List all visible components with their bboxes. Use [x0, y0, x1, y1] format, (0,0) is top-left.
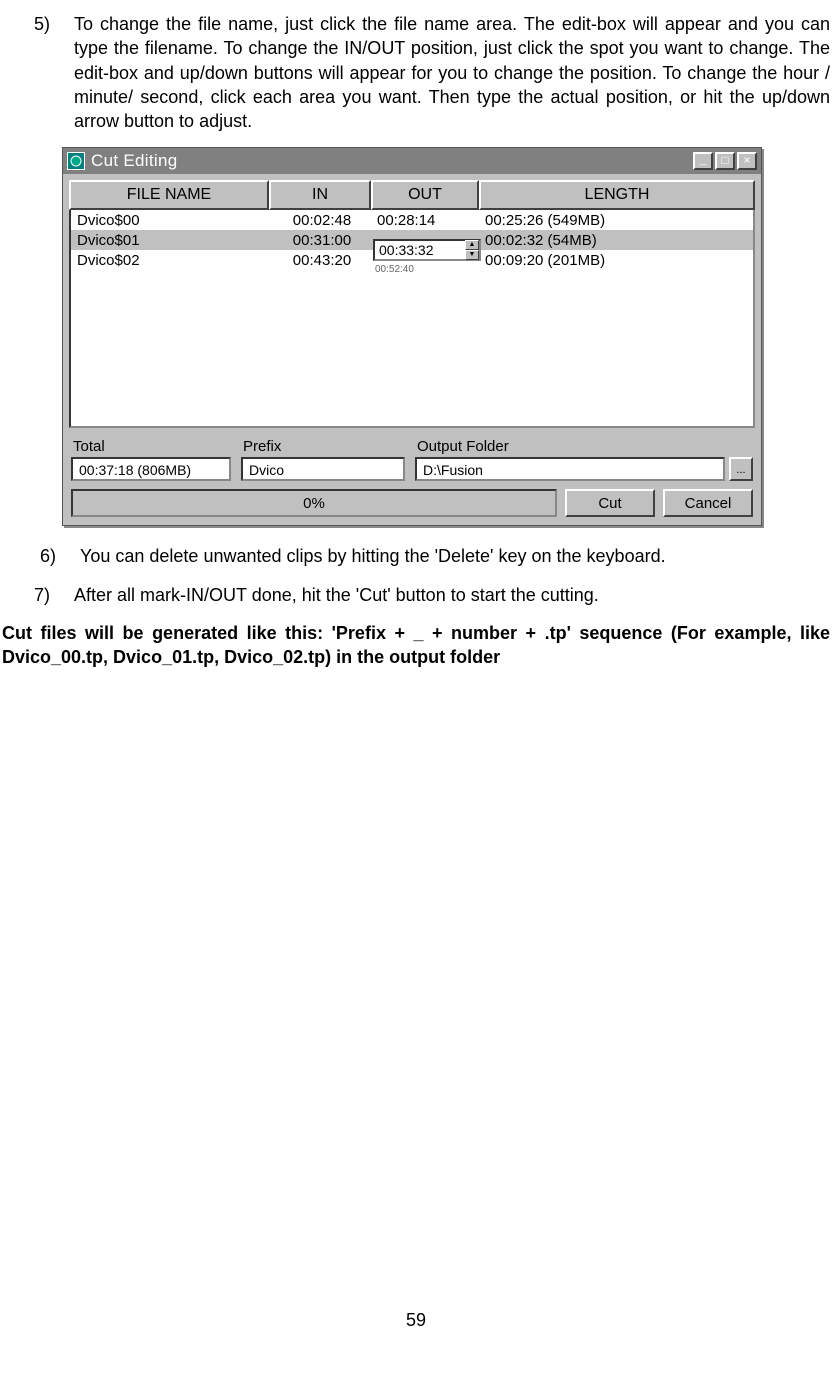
spin-value[interactable]: 00:33:32	[375, 242, 465, 258]
cell-filename[interactable]: Dvico$02	[71, 252, 271, 269]
prefix-input[interactable]: Dvico	[241, 457, 405, 481]
cell-out[interactable]: 00:28:14	[373, 212, 481, 229]
ghost-out-value: 00:52:40	[375, 264, 414, 275]
header-filename[interactable]: FILE NAME	[69, 180, 269, 210]
page-number: 59	[0, 1310, 832, 1331]
prefix-label: Prefix	[241, 436, 405, 457]
cell-in[interactable]: 00:43:20	[271, 252, 373, 269]
browse-button[interactable]: ...	[729, 457, 753, 481]
list-item-7: 7) After all mark-IN/OUT done, hit the '…	[0, 583, 832, 607]
cell-in[interactable]: 00:02:48	[271, 212, 373, 229]
list-number: 5)	[34, 12, 74, 133]
table-row[interactable]: Dvico$01 00:31:00 00:33:32 ▲ ▼ 00:	[71, 230, 753, 250]
list-text: After all mark-IN/OUT done, hit the 'Cut…	[74, 583, 830, 607]
list-item-5: 5) To change the file name, just click t…	[0, 12, 832, 133]
output-naming-note: Cut files will be generated like this: '…	[0, 621, 832, 670]
output-folder-field: Output Folder D:\Fusion ...	[415, 436, 753, 481]
app-icon	[67, 152, 85, 170]
grid-header-row: FILE NAME IN OUT LENGTH	[69, 180, 755, 210]
header-in[interactable]: IN	[269, 180, 371, 210]
prefix-field: Prefix Dvico	[241, 436, 405, 481]
window-title: Cut Editing	[91, 151, 693, 171]
minimize-button[interactable]: _	[693, 152, 713, 170]
list-text: You can delete unwanted clips by hitting…	[80, 544, 830, 568]
cell-length[interactable]: 00:02:32 (54MB)	[481, 232, 753, 249]
cell-filename[interactable]: Dvico$01	[71, 232, 271, 249]
maximize-button[interactable]: □	[715, 152, 735, 170]
table-row[interactable]: Dvico$00 00:02:48 00:28:14 00:25:26 (549…	[71, 210, 753, 230]
screenshot-window: Cut Editing _ □ × FILE NAME IN OUT LENGT…	[62, 147, 762, 526]
cell-length[interactable]: 00:25:26 (549MB)	[481, 212, 753, 229]
total-value: 00:37:18 (806MB)	[71, 457, 231, 481]
output-folder-input[interactable]: D:\Fusion	[415, 457, 725, 481]
cell-filename[interactable]: Dvico$00	[71, 212, 271, 229]
output-folder-label: Output Folder	[415, 436, 753, 457]
titlebar: Cut Editing _ □ ×	[63, 148, 761, 174]
spin-down-button[interactable]: ▼	[465, 250, 479, 260]
cell-in[interactable]: 00:31:00	[271, 232, 373, 249]
cancel-button[interactable]: Cancel	[663, 489, 753, 517]
total-label: Total	[71, 436, 231, 457]
cut-button[interactable]: Cut	[565, 489, 655, 517]
grid-body[interactable]: Dvico$00 00:02:48 00:28:14 00:25:26 (549…	[69, 210, 755, 428]
list-item-6: 6) You can delete unwanted clips by hitt…	[0, 544, 832, 568]
cell-length[interactable]: 00:09:20 (201MB)	[481, 252, 753, 269]
header-out[interactable]: OUT	[371, 180, 479, 210]
spin-up-button[interactable]: ▲	[465, 240, 479, 250]
progress-bar: 0%	[71, 489, 557, 517]
header-length[interactable]: LENGTH	[479, 180, 755, 210]
close-button[interactable]: ×	[737, 152, 757, 170]
time-spin-editor[interactable]: 00:33:32 ▲ ▼	[373, 239, 481, 261]
list-number: 6)	[40, 544, 80, 568]
list-text: To change the file name, just click the …	[74, 12, 830, 133]
total-field: Total 00:37:18 (806MB)	[71, 436, 231, 481]
list-number: 7)	[34, 583, 74, 607]
